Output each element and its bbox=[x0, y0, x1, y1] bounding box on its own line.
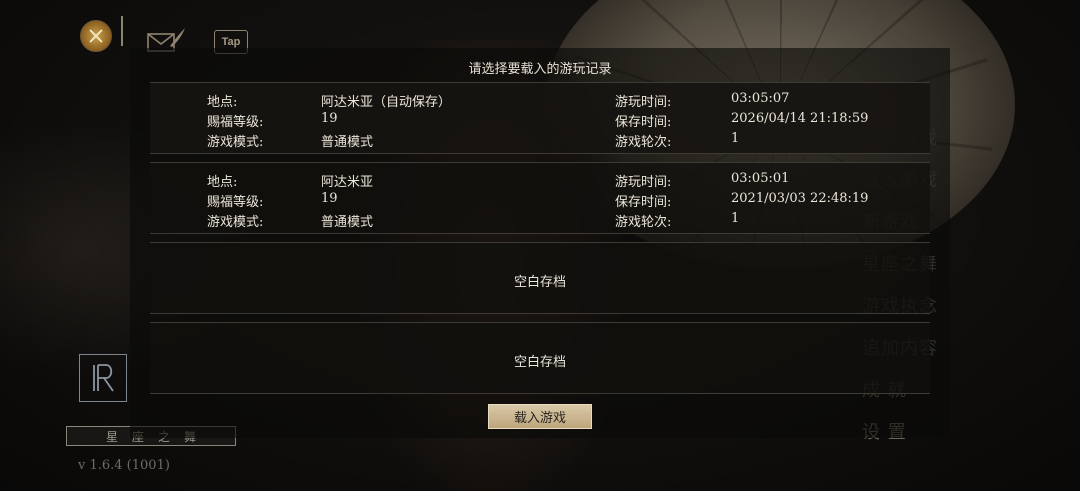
load-game-dialog: 请选择要载入的游玩记录 地点: 阿达米亚（自动保存） 游玩时间: 03:05:0… bbox=[130, 48, 950, 438]
level-label: 赐福等级: bbox=[207, 195, 264, 210]
version-label: v 1.6.4 (1001) bbox=[78, 458, 170, 473]
mode-label: 游戏模式: bbox=[207, 135, 264, 150]
location-label: 地点: bbox=[207, 175, 238, 190]
round-value: 1 bbox=[731, 131, 740, 146]
r-logo-icon bbox=[93, 364, 114, 392]
level-value: 19 bbox=[321, 111, 338, 126]
round-label: 游戏轮次: bbox=[615, 215, 672, 230]
save-slot-empty-1[interactable]: 空白存档 bbox=[150, 242, 930, 314]
savetime-label: 保存时间: bbox=[615, 115, 672, 130]
dialog-title: 请选择要载入的游玩记录 bbox=[468, 62, 612, 77]
publisher-logo bbox=[79, 354, 127, 402]
tap-label: Tap bbox=[221, 36, 241, 48]
playtime-value: 03:05:07 bbox=[731, 91, 790, 106]
load-game-button[interactable]: 载入游戏 bbox=[488, 404, 592, 429]
toolbar-divider bbox=[121, 16, 123, 46]
level-value: 19 bbox=[321, 191, 338, 206]
save-slot-2[interactable]: 地点: 阿达米亚 游玩时间: 03:05:01 赐福等级: 19 保存时间: 2… bbox=[150, 162, 930, 234]
location-value: 阿达米亚 bbox=[321, 175, 374, 190]
mode-label: 游戏模式: bbox=[207, 215, 264, 230]
close-button[interactable] bbox=[80, 20, 112, 52]
savetime-value: 2021/03/03 22:48:19 bbox=[731, 191, 869, 206]
save-slot-1[interactable]: 地点: 阿达米亚（自动保存） 游玩时间: 03:05:07 赐福等级: 19 保… bbox=[150, 82, 930, 154]
round-value: 1 bbox=[731, 211, 740, 226]
load-game-button-label: 载入游戏 bbox=[513, 411, 566, 426]
location-label: 地点: bbox=[207, 95, 238, 110]
savetime-value: 2026/04/14 21:18:59 bbox=[731, 111, 869, 126]
playtime-value: 03:05:01 bbox=[731, 171, 790, 186]
mode-value: 普通模式 bbox=[321, 135, 374, 150]
close-icon bbox=[89, 29, 103, 43]
empty-slot-label: 空白存档 bbox=[513, 275, 566, 290]
mode-value: 普通模式 bbox=[321, 215, 374, 230]
location-value: 阿达米亚（自动保存） bbox=[321, 95, 452, 110]
empty-slot-label: 空白存档 bbox=[513, 355, 566, 370]
playtime-label: 游玩时间: bbox=[615, 175, 672, 190]
savetime-label: 保存时间: bbox=[615, 195, 672, 210]
level-label: 赐福等级: bbox=[207, 115, 264, 130]
playtime-label: 游玩时间: bbox=[615, 95, 672, 110]
save-slot-empty-2[interactable]: 空白存档 bbox=[150, 322, 930, 394]
round-label: 游戏轮次: bbox=[615, 135, 672, 150]
